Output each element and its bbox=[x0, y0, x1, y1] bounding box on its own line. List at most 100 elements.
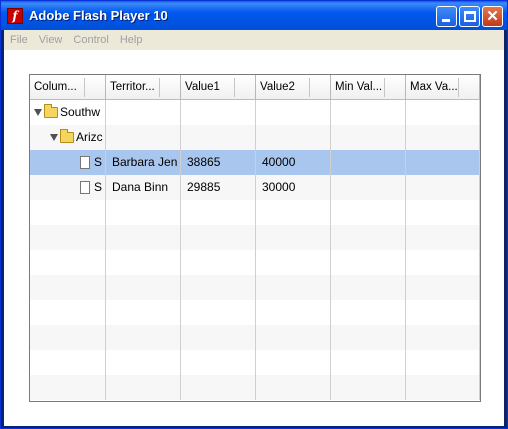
grid-cell: 40000 bbox=[256, 150, 331, 175]
grid-header: Colum... Territor... Value1 Value2 Min V… bbox=[30, 75, 480, 100]
grid-cell bbox=[406, 375, 480, 400]
tree-cell[interactable]: S bbox=[30, 175, 106, 200]
maximize-icon bbox=[464, 11, 476, 22]
grid-cell bbox=[181, 225, 256, 250]
grid-cell bbox=[106, 325, 181, 350]
tree-grid[interactable]: Colum... Territor... Value1 Value2 Min V… bbox=[29, 74, 481, 402]
grid-cell bbox=[30, 300, 106, 325]
grid-cell bbox=[30, 225, 106, 250]
empty-row bbox=[30, 250, 480, 275]
grid-cell bbox=[106, 200, 181, 225]
minimize-button[interactable] bbox=[436, 6, 457, 27]
grid-cell bbox=[30, 275, 106, 300]
table-row[interactable]: S Dana Binn 29885 30000 bbox=[30, 175, 480, 200]
grid-cell bbox=[406, 275, 480, 300]
column-header-label: Colum... bbox=[34, 81, 77, 93]
tree-group-row[interactable]: Arizc bbox=[30, 125, 480, 150]
column-header-label: Value2 bbox=[260, 81, 295, 93]
grid-cell: 30000 bbox=[256, 175, 331, 200]
grid-cell bbox=[106, 225, 181, 250]
grid-cell bbox=[30, 250, 106, 275]
grid-cell bbox=[256, 325, 331, 350]
tree-label: S bbox=[94, 155, 103, 169]
grid-cell bbox=[106, 375, 181, 400]
empty-row bbox=[30, 350, 480, 375]
grid-cell bbox=[331, 375, 406, 400]
grid-cell bbox=[256, 350, 331, 375]
grid-cell bbox=[406, 200, 480, 225]
grid-cell bbox=[331, 250, 406, 275]
tree-group-row[interactable]: Southw bbox=[30, 100, 480, 125]
title-bar[interactable]: f Adobe Flash Player 10 ✕ bbox=[1, 1, 507, 30]
column-header-label: Value1 bbox=[185, 81, 220, 93]
menu-bar: File View Control Help bbox=[4, 30, 504, 50]
grid-cell: Dana Binn bbox=[106, 175, 181, 200]
grid-cell bbox=[106, 125, 181, 150]
grid-cell bbox=[256, 300, 331, 325]
tree-cell[interactable]: Southw bbox=[30, 100, 106, 125]
menu-control[interactable]: Control bbox=[73, 34, 108, 46]
client-area: File View Control Help Colum... Territor… bbox=[4, 30, 504, 426]
empty-row bbox=[30, 200, 480, 225]
column-header-value2[interactable]: Value2 bbox=[256, 75, 331, 100]
grid-cell bbox=[331, 125, 406, 150]
grid-cell: 29885 bbox=[181, 175, 256, 200]
grid-cell bbox=[331, 325, 406, 350]
tree-label: S bbox=[94, 180, 103, 194]
grid-cell bbox=[256, 200, 331, 225]
grid-cell bbox=[331, 275, 406, 300]
grid-cell bbox=[256, 225, 331, 250]
grid-cell bbox=[331, 350, 406, 375]
app-window: f Adobe Flash Player 10 ✕ File View Cont… bbox=[0, 0, 508, 429]
grid-rows: Southw Arizc S Barbara Jen 38865 40000 S Dana B… bbox=[30, 100, 480, 400]
folder-icon bbox=[44, 104, 58, 118]
tree-label: Southw bbox=[60, 105, 101, 119]
grid-cell bbox=[331, 200, 406, 225]
grid-cell bbox=[256, 100, 331, 125]
disclosure-triangle-icon[interactable] bbox=[50, 134, 58, 141]
column-header-value1[interactable]: Value1 bbox=[181, 75, 256, 100]
minimize-icon bbox=[442, 19, 450, 22]
grid-cell bbox=[181, 375, 256, 400]
grid-cell bbox=[406, 125, 480, 150]
grid-cell bbox=[256, 375, 331, 400]
grid-cell bbox=[331, 150, 406, 175]
document-icon bbox=[80, 156, 90, 169]
column-header-min-value[interactable]: Min Val... bbox=[331, 75, 406, 100]
grid-cell bbox=[406, 100, 480, 125]
grid-cell bbox=[181, 350, 256, 375]
grid-cell bbox=[406, 250, 480, 275]
grid-cell bbox=[406, 300, 480, 325]
column-header-column[interactable]: Colum... bbox=[30, 75, 106, 100]
grid-cell bbox=[331, 300, 406, 325]
tree-cell[interactable]: S bbox=[30, 150, 106, 175]
grid-cell bbox=[106, 250, 181, 275]
empty-row bbox=[30, 275, 480, 300]
menu-help[interactable]: Help bbox=[120, 34, 143, 46]
grid-cell bbox=[406, 150, 480, 175]
grid-cell bbox=[331, 100, 406, 125]
grid-cell bbox=[30, 350, 106, 375]
grid-cell bbox=[406, 175, 480, 200]
grid-cell bbox=[256, 275, 331, 300]
grid-cell bbox=[331, 225, 406, 250]
column-header-max-value[interactable]: Max Va... bbox=[406, 75, 480, 100]
column-header-territory[interactable]: Territor... bbox=[106, 75, 181, 100]
grid-cell bbox=[406, 325, 480, 350]
tree-cell[interactable]: Arizc bbox=[30, 125, 106, 150]
table-row[interactable]: S Barbara Jen 38865 40000 bbox=[30, 150, 480, 175]
grid-cell bbox=[106, 350, 181, 375]
maximize-button[interactable] bbox=[459, 6, 480, 27]
disclosure-triangle-icon[interactable] bbox=[34, 109, 42, 116]
grid-cell: Barbara Jen bbox=[106, 150, 181, 175]
grid-cell bbox=[256, 250, 331, 275]
grid-cell bbox=[406, 350, 480, 375]
folder-icon bbox=[60, 129, 74, 143]
grid-cell bbox=[406, 225, 480, 250]
grid-cell bbox=[106, 300, 181, 325]
menu-view[interactable]: View bbox=[39, 34, 63, 46]
close-button[interactable]: ✕ bbox=[482, 6, 503, 27]
menu-file[interactable]: File bbox=[10, 34, 28, 46]
grid-cell bbox=[181, 275, 256, 300]
grid-cell bbox=[106, 100, 181, 125]
